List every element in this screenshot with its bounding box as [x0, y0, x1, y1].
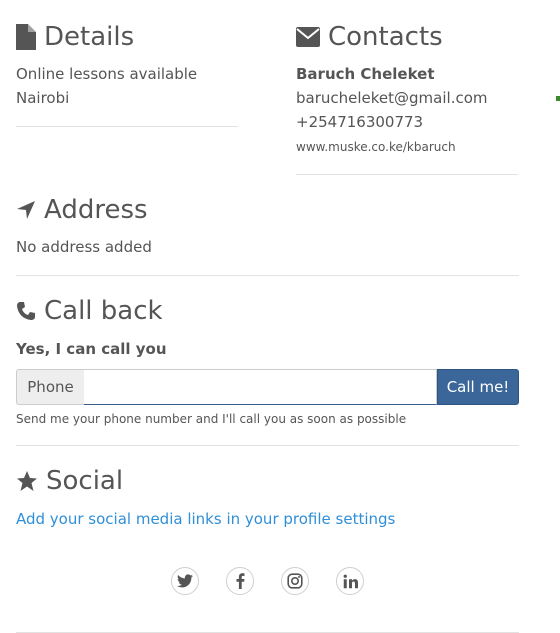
- call-me-button[interactable]: Call me!: [437, 369, 519, 405]
- social-settings-link[interactable]: Add your social media links in your prof…: [16, 507, 395, 531]
- contacts-heading: Contacts: [296, 22, 443, 52]
- address-section: Address: [16, 195, 148, 225]
- social-icons-row: [171, 567, 364, 595]
- contact-name: Baruch Cheleket: [296, 65, 435, 83]
- star-icon: [16, 470, 38, 492]
- linkedin-icon[interactable]: [336, 567, 364, 595]
- details-section: Details: [16, 22, 134, 52]
- contact-email[interactable]: barucheleket@gmail.com: [296, 86, 488, 110]
- details-line-1: Online lessons available: [16, 65, 198, 83]
- contact-website[interactable]: www.muske.co.ke/kbaruch: [296, 138, 456, 156]
- address-divider: [16, 275, 519, 276]
- facebook-icon[interactable]: [226, 567, 254, 595]
- phone-icon: [16, 301, 36, 321]
- phone-input-group: Phone Call me!: [16, 369, 519, 405]
- edge-marker: [556, 96, 560, 101]
- instagram-icon[interactable]: [281, 567, 309, 595]
- details-heading: Details: [16, 22, 134, 52]
- social-section: Social: [16, 466, 123, 496]
- address-text: No address added: [16, 238, 152, 256]
- social-heading: Social: [16, 466, 123, 496]
- phone-input[interactable]: [84, 369, 437, 405]
- callback-help-text: Send me your phone number and I'll call …: [16, 412, 407, 426]
- callback-divider: [16, 445, 519, 446]
- contacts-section: Contacts: [296, 22, 443, 52]
- contacts-divider: [296, 174, 518, 175]
- callback-section: Call back: [16, 296, 163, 326]
- location-arrow-icon: [16, 200, 36, 220]
- file-icon: [16, 24, 36, 50]
- callback-heading: Call back: [16, 296, 163, 326]
- details-divider: [16, 126, 238, 127]
- address-heading: Address: [16, 195, 148, 225]
- callback-subheading: Yes, I can call you: [16, 340, 167, 358]
- contact-phone[interactable]: +254716300773: [296, 110, 423, 134]
- twitter-icon[interactable]: [171, 567, 199, 595]
- details-line-2: Nairobi: [16, 89, 70, 107]
- phone-addon-label: Phone: [16, 369, 84, 405]
- envelope-icon: [296, 27, 320, 47]
